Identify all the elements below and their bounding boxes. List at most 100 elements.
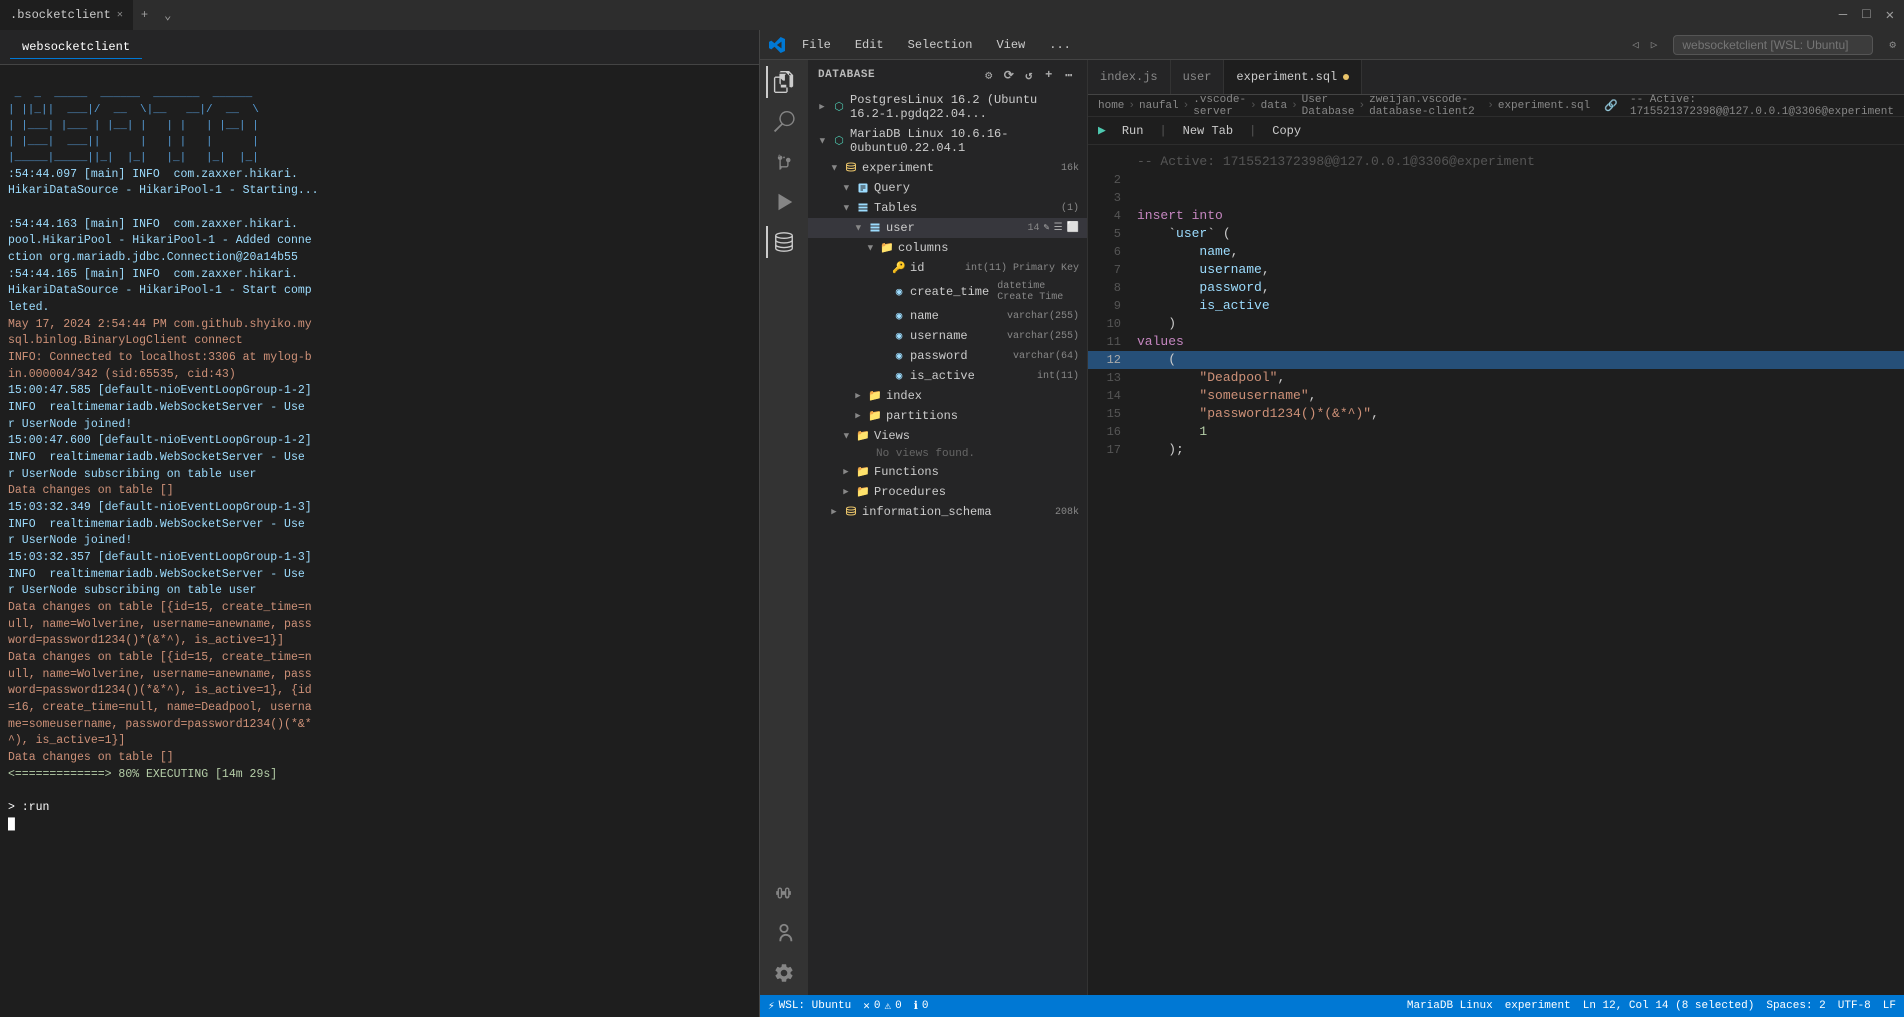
code-line-15: 15 "password1234()*(&*^)",: [1088, 405, 1904, 423]
close-btn[interactable]: ✕: [1886, 7, 1894, 24]
menu-file[interactable]: File: [794, 36, 839, 54]
db-col-name[interactable]: ▶ ◉ name varchar(255): [808, 306, 1087, 326]
refresh-btn[interactable]: ↺: [1021, 67, 1037, 83]
code-area[interactable]: -- Active: 1715521372398@@127.0.0.1@3306…: [1088, 145, 1904, 995]
tab-index-js-label: index.js: [1100, 70, 1158, 84]
new-tab-button[interactable]: New Tab: [1175, 122, 1241, 140]
status-position[interactable]: Ln 12, Col 14 (8 selected): [1583, 1000, 1755, 1012]
views-label: Views: [874, 429, 1079, 443]
table-icon-user: [868, 221, 882, 235]
terminal-content[interactable]: _ _ _____ ______ _______ ______ | ||_|| …: [0, 65, 759, 1017]
line-ending-label: LF: [1883, 1000, 1896, 1012]
tab-chevron-btn[interactable]: ⌄: [156, 8, 179, 23]
code-content-12: (: [1133, 351, 1904, 369]
terminal-line: HikariDataSource - HikariPool-1 - Starti…: [8, 183, 751, 200]
tab-close-btn[interactable]: ✕: [117, 9, 123, 21]
tab-index-js[interactable]: index.js: [1088, 60, 1171, 94]
terminal-tab-websocketclient[interactable]: websocketclient: [10, 36, 142, 59]
db-views[interactable]: ▶ 📁 Views: [808, 426, 1087, 446]
status-errors[interactable]: ✕ 0 ⚠ 0: [863, 999, 901, 1013]
code-content-2: [1133, 171, 1904, 189]
db-index[interactable]: ▶ 📁 index: [808, 386, 1087, 406]
db-col-create-time[interactable]: ▶ ◉ create_time datetime Create Time: [808, 278, 1087, 306]
activity-explorer[interactable]: [766, 64, 802, 100]
run-button[interactable]: Run: [1114, 122, 1152, 140]
status-line-ending[interactable]: LF: [1883, 1000, 1896, 1012]
db-columns[interactable]: ▶ 📁 columns: [808, 238, 1087, 258]
more-table-btn[interactable]: ⬜: [1067, 222, 1079, 234]
activity-git[interactable]: [766, 144, 802, 180]
db-user-table[interactable]: ▶ user 14 ✎ ☰ ⬜: [808, 218, 1087, 238]
db-tables[interactable]: ▶ Tables (1): [808, 198, 1087, 218]
activity-accounts[interactable]: [766, 915, 802, 951]
db-information-schema[interactable]: ▶ information_schema 208k: [808, 502, 1087, 522]
activity-extensions[interactable]: [766, 875, 802, 911]
vscode-container: DATABASE ⚙ ⟳ ↺ + ⋯ ▶ ⬡ PostgresLinux 16.…: [760, 60, 1904, 995]
db-experiment[interactable]: ▶ experiment 16k: [808, 158, 1087, 178]
more-options-btn[interactable]: ⋯: [1061, 67, 1077, 83]
db-procedures[interactable]: ▶ 📁 Procedures: [808, 482, 1087, 502]
terminal-line: ^), is_active=1}]: [8, 733, 751, 750]
terminal-line: r UserNode joined!: [8, 533, 751, 550]
nav-back[interactable]: ◁: [1632, 38, 1639, 52]
add-connection-btn[interactable]: +: [1041, 67, 1057, 83]
db-col-username[interactable]: ▶ ◉ username varchar(255): [808, 326, 1087, 346]
line-num-3: 3: [1088, 189, 1133, 207]
title-tab-active[interactable]: .bsocketclient ✕: [0, 0, 133, 30]
warning-icon: ⚠: [884, 999, 891, 1013]
db-postgresql[interactable]: ▶ ⬡ PostgresLinux 16.2 (Ubuntu 16.2-1.pg…: [808, 90, 1087, 124]
settings-btn[interactable]: ⚙: [981, 67, 997, 83]
breadcrumb-user-db: User Database: [1302, 94, 1355, 118]
view-table-btn[interactable]: ☰: [1054, 222, 1063, 234]
activity-search[interactable]: [766, 104, 802, 140]
history-btn[interactable]: ⟳: [1001, 67, 1017, 83]
nav-forward[interactable]: ▷: [1651, 38, 1658, 52]
db-col-password[interactable]: ▶ ◉ password varchar(64): [808, 346, 1087, 366]
terminal-line: ull, name=Wolverine, username=anewname, …: [8, 667, 751, 684]
query-label: Query: [874, 181, 1079, 195]
title-tab-label: .bsocketclient: [10, 8, 111, 22]
db-col-id[interactable]: ▶ 🔑 id int(11) Primary Key: [808, 258, 1087, 278]
tab-add-btn[interactable]: +: [133, 8, 156, 22]
line-num-2: 2: [1088, 171, 1133, 189]
activity-database[interactable]: [766, 224, 802, 260]
menu-edit[interactable]: Edit: [847, 36, 892, 54]
status-encoding[interactable]: UTF-8: [1838, 1000, 1871, 1012]
activity-run[interactable]: [766, 184, 802, 220]
menu-selection[interactable]: Selection: [900, 36, 981, 54]
menu-view[interactable]: View: [988, 36, 1033, 54]
db-col-is-active[interactable]: ▶ ◉ is_active int(11): [808, 366, 1087, 386]
server-icon-postgresql: ⬡: [832, 100, 846, 114]
terminal-line: :54:44.165 [main] INFO com.zaxxer.hikari…: [8, 267, 751, 284]
terminal-line: HikariDataSource - HikariPool-1 - Start …: [8, 283, 751, 300]
modified-indicator: [1343, 74, 1349, 80]
statusbar: ⚡ WSL: Ubuntu ✕ 0 ⚠ 0 ℹ 0 MariaDB Linux: [760, 995, 1904, 1017]
chevron-views: ▶: [840, 430, 852, 442]
menu-more[interactable]: ...: [1041, 36, 1079, 54]
db-functions[interactable]: ▶ 📁 Functions: [808, 462, 1087, 482]
copy-button[interactable]: Copy: [1264, 122, 1309, 140]
status-spaces[interactable]: Spaces: 2: [1766, 1000, 1825, 1012]
minimize-btn[interactable]: —: [1839, 7, 1847, 23]
settings-icon[interactable]: ⚙: [1889, 38, 1896, 52]
line-num-13: 13: [1088, 369, 1133, 387]
status-db[interactable]: MariaDB Linux: [1407, 1000, 1493, 1012]
tab-experiment-sql[interactable]: experiment.sql: [1224, 60, 1362, 94]
status-info[interactable]: ℹ 0: [914, 999, 929, 1013]
tab-user-label: user: [1183, 70, 1212, 84]
db-partitions[interactable]: ▶ 📁 partitions: [808, 406, 1087, 426]
edit-table-btn[interactable]: ✎: [1044, 222, 1050, 234]
activity-settings[interactable]: [766, 955, 802, 991]
terminal-line: INFO: Connected to localhost:3306 at myl…: [8, 350, 751, 367]
terminal-line: 15:00:47.585 [default-nioEventLoopGroup-…: [8, 383, 751, 400]
tab-bar: .bsocketclient ✕ + ⌄: [0, 0, 179, 30]
db-mariadb[interactable]: ▶ ⬡ MariaDB Linux 10.6.16-0ubuntu0.22.04…: [808, 124, 1087, 158]
status-remote[interactable]: ⚡ WSL: Ubuntu: [768, 999, 851, 1013]
maximize-btn[interactable]: □: [1862, 7, 1870, 23]
col-password-type: varchar(64): [1013, 351, 1079, 362]
code-content-4: insert into: [1133, 207, 1904, 225]
tab-user[interactable]: user: [1171, 60, 1225, 94]
db-query[interactable]: ▶ Query: [808, 178, 1087, 198]
status-schema[interactable]: experiment: [1505, 1000, 1571, 1012]
search-input[interactable]: [1673, 35, 1873, 55]
